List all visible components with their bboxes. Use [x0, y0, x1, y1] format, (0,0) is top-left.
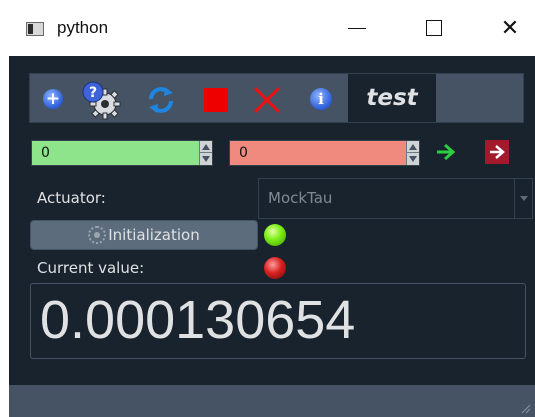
current-value: 0.000130654 — [40, 290, 356, 350]
initialization-button[interactable]: Initialization — [30, 220, 258, 250]
minimize-icon — [348, 27, 366, 29]
chevron-down-icon — [519, 196, 528, 201]
stop-icon[interactable] — [204, 88, 228, 112]
maximize-button[interactable] — [414, 10, 454, 46]
spin-up-icon[interactable] — [202, 144, 210, 150]
spin-up-icon[interactable] — [409, 144, 417, 150]
toolbar: + ? i test — [29, 73, 524, 123]
gear-help-graphic: ? — [82, 81, 121, 120]
moving-status-led — [264, 257, 286, 279]
python-app-icon — [26, 22, 44, 36]
spin-arrows-green[interactable] — [199, 141, 212, 165]
refresh-graphic — [149, 87, 173, 113]
app-window: python ✕ + ? i test 0 0 Actuator: MockTa… — [0, 0, 535, 417]
move-absolute-button[interactable] — [434, 140, 458, 164]
close-button[interactable]: ✕ — [490, 10, 530, 46]
setpoint-green-value[interactable]: 0 — [41, 145, 50, 161]
actuator-select-value[interactable]: MockTau — [268, 189, 332, 207]
spin-divider — [407, 152, 419, 153]
actuator-label: Actuator: — [37, 189, 106, 207]
current-value-display: 0.000130654 — [30, 283, 526, 359]
arrow-right-red-icon — [490, 145, 505, 159]
initialization-label: Initialization — [108, 226, 200, 244]
minimize-button[interactable] — [337, 10, 377, 46]
setpoint-red-spinbox[interactable]: 0 — [229, 140, 420, 166]
svg-text:?: ? — [89, 85, 97, 101]
cross-icon[interactable] — [251, 84, 283, 116]
refresh-icon[interactable] — [146, 85, 176, 115]
maximize-icon — [426, 20, 442, 36]
gear-help-icon[interactable]: ? — [81, 80, 121, 120]
init-status-led — [264, 224, 286, 246]
window-title: python — [57, 18, 109, 37]
info-icon[interactable]: i — [310, 88, 332, 110]
spin-down-icon[interactable] — [202, 156, 210, 162]
current-value-label: Current value: — [37, 259, 145, 277]
resize-grip-icon[interactable] — [519, 402, 531, 414]
spin-down-icon[interactable] — [409, 156, 417, 162]
status-bar — [9, 385, 535, 417]
setpoint-red-value[interactable]: 0 — [239, 145, 248, 161]
close-icon: ✕ — [500, 15, 520, 41]
spin-arrows-red[interactable] — [406, 141, 419, 165]
tab-test[interactable]: test — [348, 74, 436, 122]
init-gear-icon — [88, 226, 107, 244]
arrow-right-green-icon — [437, 143, 456, 161]
dropdown-button[interactable] — [514, 179, 532, 218]
move-relative-button[interactable] — [485, 140, 509, 164]
actuator-select[interactable]: MockTau — [258, 178, 533, 219]
setpoint-green-spinbox[interactable]: 0 — [31, 140, 213, 166]
cross-graphic — [253, 86, 281, 114]
add-icon[interactable]: + — [43, 89, 63, 109]
spin-divider — [200, 152, 212, 153]
actuator-widget: + ? i test 0 0 Actuator: MockTau Initial… — [9, 56, 535, 417]
title-bar[interactable]: python ✕ — [0, 0, 535, 56]
